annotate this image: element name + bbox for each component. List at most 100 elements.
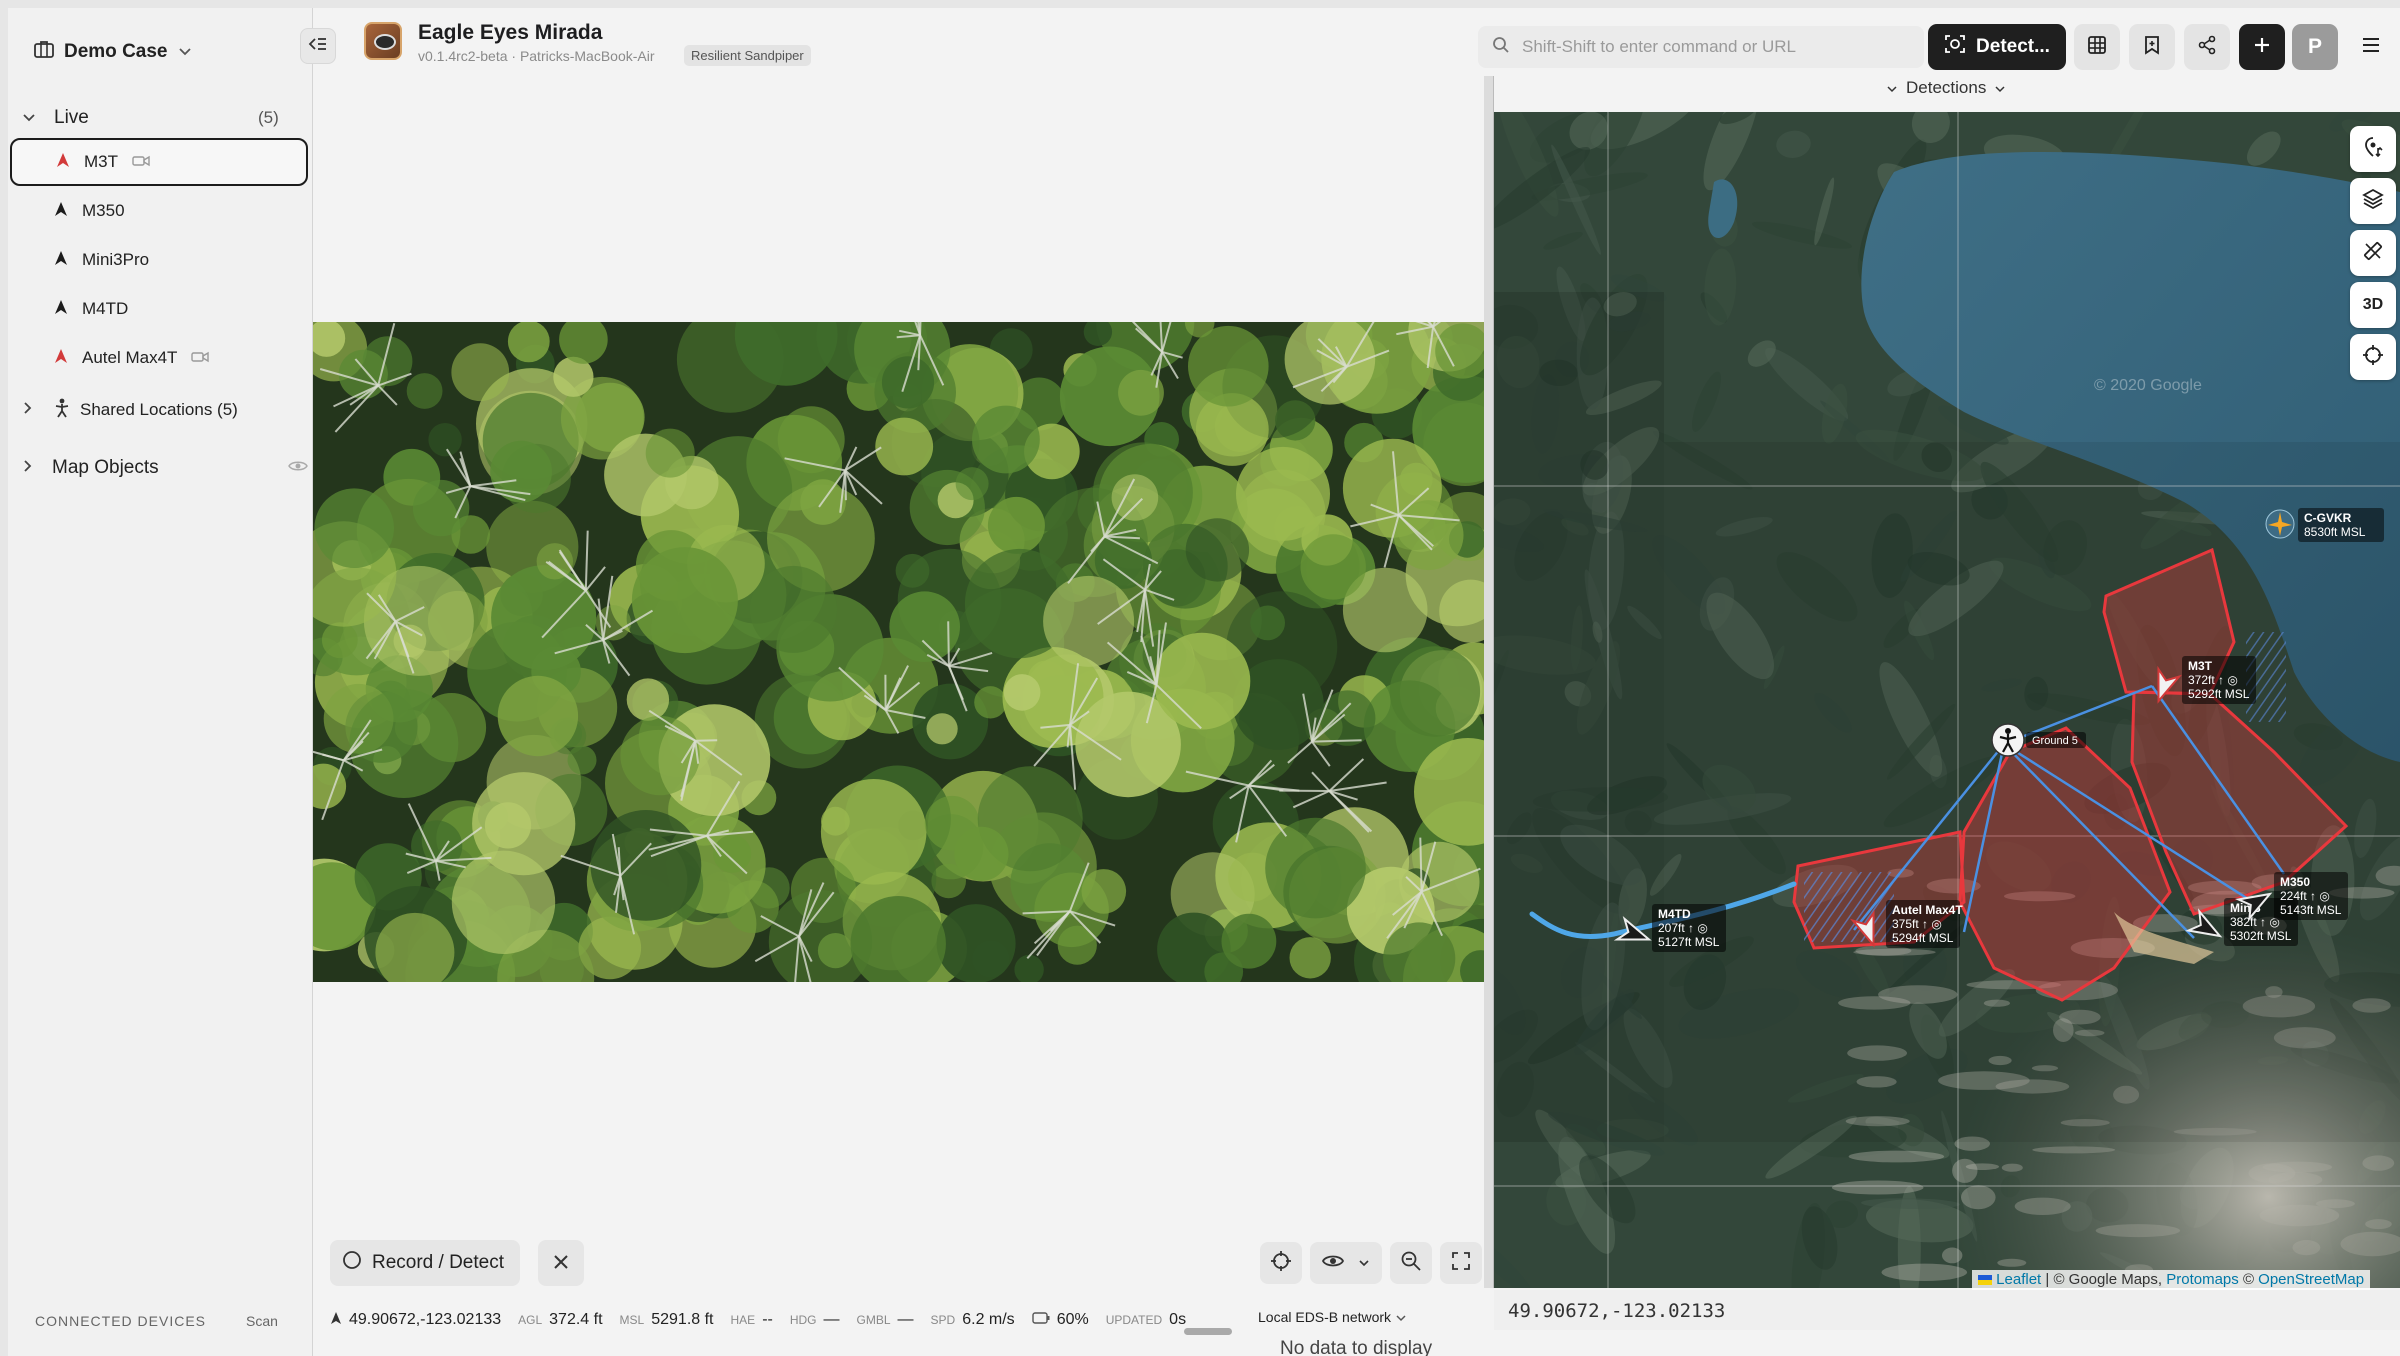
- network-selector[interactable]: Local EDS-B network: [1258, 1309, 1407, 1325]
- share-button[interactable]: [2184, 24, 2230, 70]
- drone-arrow-icon: [330, 1311, 342, 1330]
- cursor-coordinates: 49.90672,-123.02133: [1508, 1300, 1726, 1322]
- marker-altitude: 382ft ↑ ◎: [2230, 915, 2280, 929]
- toggle-3d-button[interactable]: 3D: [2350, 282, 2396, 328]
- gmbl-value: —: [897, 1311, 914, 1328]
- attribution-text: ©: [2238, 1271, 2259, 1288]
- add-button[interactable]: [2239, 24, 2285, 70]
- drone-arrow-icon: [54, 201, 68, 222]
- spd-value: 6.2 m/s: [962, 1311, 1015, 1328]
- eye-icon: [1321, 1253, 1345, 1274]
- msl-value: 5291.8 ft: [651, 1311, 714, 1328]
- fullscreen-button[interactable]: [1440, 1242, 1482, 1284]
- case-selector[interactable]: Demo Case: [34, 32, 192, 72]
- hdg-value: —: [823, 1311, 840, 1328]
- collapse-sidebar-button[interactable]: [300, 28, 336, 64]
- device-item[interactable]: M4TD: [10, 285, 308, 333]
- detections-dropdown[interactable]: Detections: [1886, 78, 2006, 98]
- aircraft-callsign: C-GVKR: [2304, 511, 2352, 525]
- openstreetmap-link[interactable]: OpenStreetMap: [2258, 1271, 2364, 1288]
- drone-arrow-icon: [54, 348, 68, 369]
- user-avatar[interactable]: P: [2292, 24, 2338, 70]
- no-data-message: No data to display: [1280, 1338, 1433, 1356]
- bookmark-button[interactable]: [2129, 24, 2175, 70]
- telemetry-coords: 49.90672,-123.02133: [349, 1311, 502, 1328]
- map-attribution: Leaflet | © Google Maps, Protomaps © Ope…: [1972, 1270, 2371, 1292]
- video-feed[interactable]: [313, 322, 1489, 982]
- ground-label: Ground 5: [2032, 735, 2078, 747]
- record-detect-button[interactable]: Record / Detect: [330, 1240, 520, 1286]
- device-name: M3T: [84, 152, 118, 171]
- detect-button[interactable]: Detect...: [1928, 24, 2066, 70]
- detect-label: Detect...: [1976, 36, 2050, 57]
- session-badge: Resilient Sandpiper: [684, 45, 811, 66]
- map-layer-sync-button[interactable]: [2350, 126, 2396, 172]
- overlay-visibility-dropdown[interactable]: [1310, 1242, 1382, 1284]
- agl-label: AGL: [518, 1313, 543, 1327]
- device-name: Autel Max4T: [82, 348, 178, 367]
- scan-button[interactable]: Scan: [246, 1313, 278, 1329]
- record-detect-label: Record / Detect: [372, 1252, 504, 1273]
- chevron-down-icon: [1358, 1254, 1370, 1272]
- hdg-label: HDG: [789, 1313, 817, 1327]
- camera-icon: [132, 152, 150, 172]
- chevron-right-icon: [22, 457, 34, 479]
- device-item[interactable]: M3T: [10, 138, 308, 186]
- marker-name: M4TD: [1658, 907, 1691, 921]
- close-video-button[interactable]: [538, 1240, 584, 1286]
- visibility-eye-icon[interactable]: [288, 457, 308, 479]
- grid-icon: [2087, 35, 2107, 60]
- marker-name: M3T: [2188, 659, 2213, 673]
- gmbl-label: GMBL: [856, 1313, 891, 1327]
- drone-arrow-icon: [54, 299, 68, 320]
- live-section-header[interactable]: Live (5): [22, 102, 279, 134]
- chevron-down-icon: [178, 41, 192, 63]
- marker-altitude: 375ft ↑ ◎: [1892, 917, 1942, 931]
- search-placeholder: Shift-Shift to enter command or URL: [1522, 37, 1797, 56]
- drone-video-frame: [313, 322, 1489, 982]
- center-target-button[interactable]: [1260, 1242, 1302, 1284]
- device-name: M4TD: [82, 299, 129, 318]
- aircraft-altitude: 8530ft MSL: [2304, 525, 2366, 539]
- msl-label: MSL: [619, 1313, 645, 1327]
- updated-value: 0s: [1169, 1311, 1187, 1328]
- aircraft-marker[interactable]: C-GVKR 8530ft MSL: [2265, 508, 2384, 542]
- ruler-icon: [2361, 239, 2385, 268]
- device-name: M350: [82, 201, 125, 220]
- map-objects-row[interactable]: Map Objects: [22, 452, 312, 484]
- leaflet-link[interactable]: Leaflet: [1996, 1271, 2041, 1288]
- resize-handle[interactable]: [1184, 1328, 1232, 1335]
- device-item[interactable]: M350: [10, 187, 308, 235]
- agl-value: 372.4 ft: [549, 1311, 603, 1328]
- live-label: Live: [54, 107, 89, 128]
- collapse-sidebar-icon: [308, 36, 328, 57]
- chevron-down-icon: [22, 110, 44, 126]
- marker-altitude: 5143ft MSL: [2280, 903, 2342, 917]
- marker-altitude: 372ft ↑ ◎: [2188, 673, 2238, 687]
- protomaps-link[interactable]: Protomaps: [2166, 1271, 2239, 1288]
- command-search-input[interactable]: Shift-Shift to enter command or URL: [1478, 26, 1924, 68]
- grid-view-button[interactable]: [2074, 24, 2120, 70]
- measure-tool-button[interactable]: [2350, 230, 2396, 276]
- marker-altitude: 5292ft MSL: [2188, 687, 2250, 701]
- hae-value: --: [762, 1311, 773, 1328]
- hae-label: HAE: [730, 1313, 756, 1327]
- sidebar: Demo Case Live (5) M3T M350 Mini3Pro M4TD Au…: [8, 8, 313, 1356]
- hatched-area: [1804, 872, 1894, 942]
- panel-divider[interactable]: [1484, 76, 1494, 1288]
- shared-locations-row[interactable]: Shared Locations (5): [22, 394, 238, 426]
- marker-altitude: 5302ft MSL: [2230, 929, 2292, 943]
- chevron-down-icon: [1994, 78, 2006, 98]
- device-item[interactable]: Mini3Pro: [10, 236, 308, 284]
- zoom-out-button[interactable]: [1390, 1242, 1432, 1284]
- menu-button[interactable]: [2348, 24, 2394, 70]
- device-item[interactable]: Autel Max4T: [10, 334, 308, 382]
- share-icon: [2197, 35, 2217, 60]
- drone-arrow-icon: [56, 152, 70, 173]
- layers-button[interactable]: [2350, 178, 2396, 224]
- close-icon: [553, 1250, 569, 1276]
- crosshair-icon: [1270, 1250, 1292, 1277]
- locate-me-button[interactable]: [2350, 334, 2396, 380]
- chevron-down-icon: [1886, 78, 1898, 98]
- satellite-map[interactable]: © 2020 Google C-GVKR 8530ft MSL Ground 5…: [1494, 112, 2400, 1288]
